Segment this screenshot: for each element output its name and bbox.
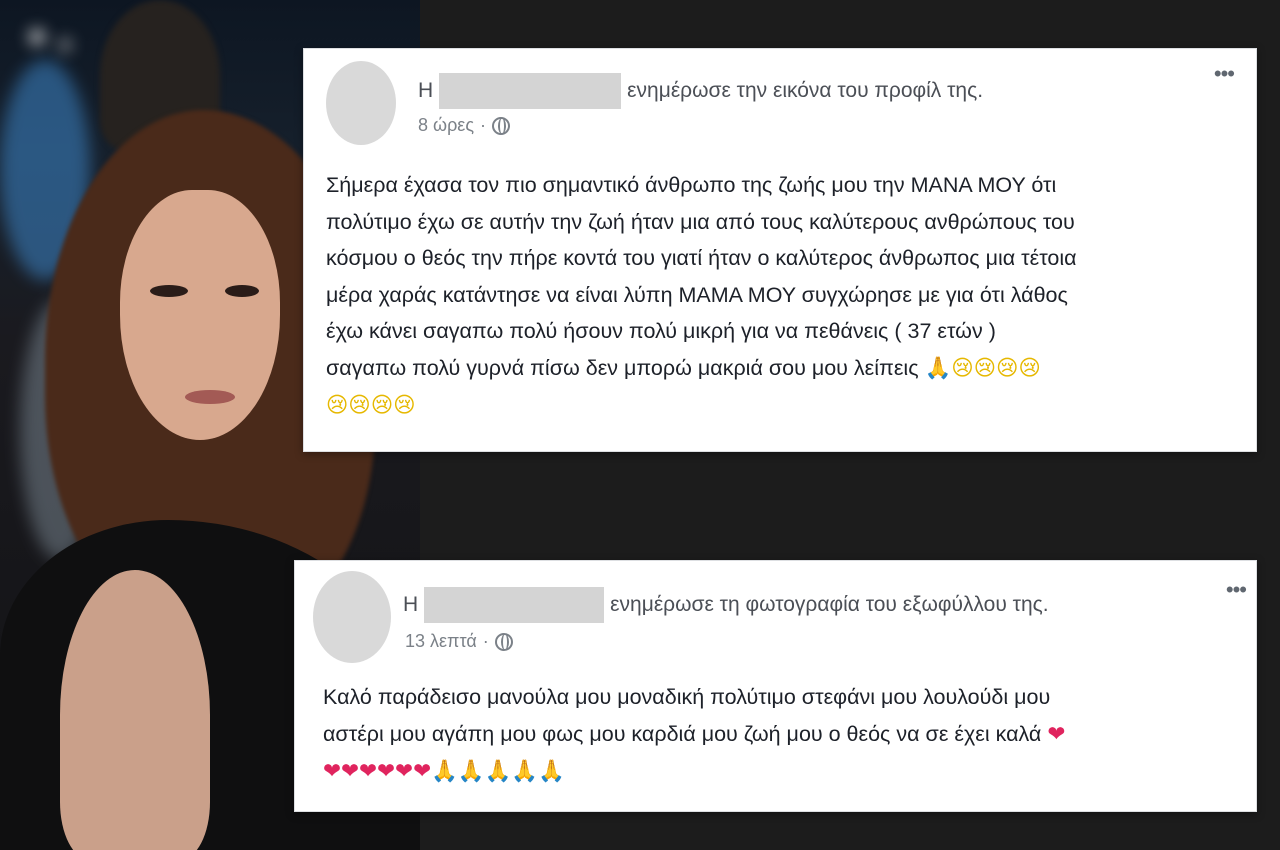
more-options-icon[interactable]: •••: [1226, 579, 1247, 601]
facebook-post-profile-update: Η ενημέρωσε την εικόνα του προφίλ της. 8…: [303, 48, 1257, 452]
avatar[interactable]: [313, 571, 391, 663]
post-body-text: Σήμερα έχασα τον πιο σημαντικό άνθρωπο τ…: [326, 167, 1236, 425]
post-text-segment: σαγαπω πολύ γυρνά πίσω δεν μπορώ μακριά …: [326, 355, 919, 380]
post-meta: 13 λεπτά ·: [405, 631, 513, 652]
post-text-line: Σήμερα έχασα τον πιο σημαντικό άνθρωπο τ…: [326, 173, 1057, 197]
photo-light-spot: [60, 40, 70, 50]
author-name-redacted[interactable]: [424, 587, 605, 623]
photo-arm: [60, 570, 210, 850]
meta-separator: ·: [482, 631, 489, 651]
post-text-line: σαγαπω πολύ γυρνά πίσω δεν μπορώ μακριά …: [326, 350, 1236, 388]
meta-separator: ·: [480, 115, 487, 135]
post-meta: 8 ώρες ·: [418, 115, 511, 136]
author-name-initial[interactable]: Η: [418, 79, 433, 103]
post-text-line: έχω κάνει σαγαπω πολύ ήσουν πολύ μικρή γ…: [326, 319, 996, 343]
post-text-line: πολύτιμο έχω σε αυτήν την ζωή ήταν μια α…: [326, 209, 1075, 234]
post-text-line: ❤❤❤❤❤❤🙏🙏🙏🙏🙏: [323, 753, 1243, 791]
post-header: Η ενημέρωσε τη φωτογραφία του εξωφύλλου …: [403, 587, 1049, 623]
author-name-initial[interactable]: Η: [403, 593, 418, 617]
post-body-text: Καλό παράδεισο μανούλα μου μοναδική πολύ…: [323, 679, 1243, 791]
emoji-group: 🙏😢😢😢😢: [924, 355, 1041, 381]
post-timestamp[interactable]: 8 ώρες: [418, 115, 474, 136]
post-header: Η ενημέρωσε την εικόνα του προφίλ της.: [418, 73, 983, 109]
pray-emoji-group: 🙏🙏🙏🙏🙏: [431, 759, 565, 784]
post-action-text: ενημέρωσε τη φωτογραφία του εξωφύλλου τη…: [610, 593, 1049, 616]
post-text-line: 😢😢😢😢: [326, 387, 1236, 425]
post-text-line: αστέρι μου αγάπη μου φως μου καρδιά μου …: [323, 716, 1243, 754]
heart-emoji-group: ❤❤❤❤❤❤: [323, 759, 432, 784]
globe-icon[interactable]: [494, 632, 513, 651]
post-text-line: κόσμου ο θεός την πήρε κοντά του γιατί ή…: [326, 246, 1077, 270]
avatar[interactable]: [326, 61, 396, 145]
post-text-segment: αστέρι μου αγάπη μου φως μου καρδιά μου …: [323, 721, 1042, 746]
post-timestamp[interactable]: 13 λεπτά: [405, 631, 477, 652]
photo-eye: [150, 285, 188, 297]
heart-emoji: ❤: [1047, 721, 1066, 747]
globe-icon[interactable]: [492, 116, 511, 135]
photo-lips: [185, 390, 235, 404]
emoji-group: 😢😢😢😢: [326, 393, 416, 418]
facebook-post-cover-update: Η ενημέρωσε τη φωτογραφία του εξωφύλλου …: [294, 560, 1257, 812]
post-text-line: Καλό παράδεισο μανούλα μου μοναδική πολύ…: [323, 685, 1051, 709]
more-options-icon[interactable]: •••: [1214, 63, 1235, 85]
photo-eye: [225, 285, 259, 297]
photo-light-spot: [30, 30, 44, 44]
post-action-text: ενημέρωσε την εικόνα του προφίλ της.: [627, 79, 984, 102]
author-name-redacted[interactable]: [439, 73, 622, 109]
post-text-line: μέρα χαράς κατάντησε να είναι λύπη ΜΑΜΑ …: [326, 282, 1068, 307]
